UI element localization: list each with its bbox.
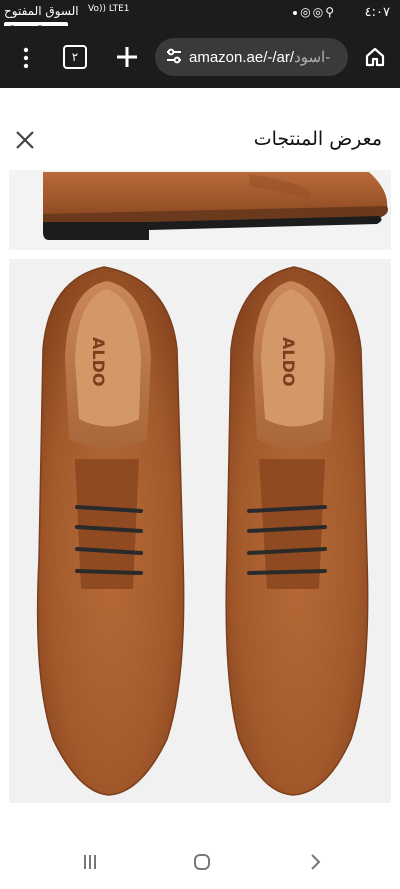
- app-brand-text: السوق المفتوح: [4, 4, 79, 18]
- url-tail: اسود-: [294, 49, 331, 66]
- right-shoe: ALDO: [225, 266, 369, 796]
- clock: ٤:٠٧: [364, 5, 390, 20]
- brand-text-left: ALDO: [89, 337, 108, 386]
- url-domain: amazon.ae/-/ar/: [189, 49, 295, 66]
- left-shoe: ALDO: [36, 266, 185, 796]
- new-tab-icon[interactable]: [114, 44, 140, 70]
- back-chevron-icon[interactable]: [305, 852, 325, 872]
- product-image-top[interactable]: ALDO ALDO: [9, 259, 391, 803]
- home-circle-icon[interactable]: [192, 852, 212, 872]
- product-image-side[interactable]: [9, 170, 391, 250]
- shoes-top-illustration: ALDO ALDO: [9, 259, 391, 803]
- url-bar[interactable]: amazon.ae/-/ar/اسود-: [155, 38, 348, 76]
- home-icon[interactable]: [364, 46, 386, 68]
- android-nav-bar: [0, 840, 400, 889]
- browser-toolbar: ٢ amazon.ae/-/ar/اسود-: [0, 26, 400, 88]
- close-icon[interactable]: [14, 129, 36, 151]
- shoe-side-illustration: [9, 170, 391, 250]
- menu-icon[interactable]: [16, 46, 36, 70]
- recents-icon[interactable]: [80, 852, 100, 872]
- network-left-text: Vo)) LTE1: [88, 4, 130, 14]
- notification-dot-icon: [293, 11, 297, 15]
- url-text[interactable]: amazon.ae/-/ar/اسود-: [189, 48, 330, 66]
- status-icons: ◎◎⚲: [300, 5, 336, 19]
- tab-count-button[interactable]: ٢: [63, 45, 87, 69]
- brand-text-right: ALDO: [279, 337, 298, 386]
- gallery-header: معرض المنتجات: [0, 112, 400, 168]
- gallery-title: معرض المنتجات: [253, 128, 382, 150]
- tune-icon[interactable]: [165, 47, 183, 65]
